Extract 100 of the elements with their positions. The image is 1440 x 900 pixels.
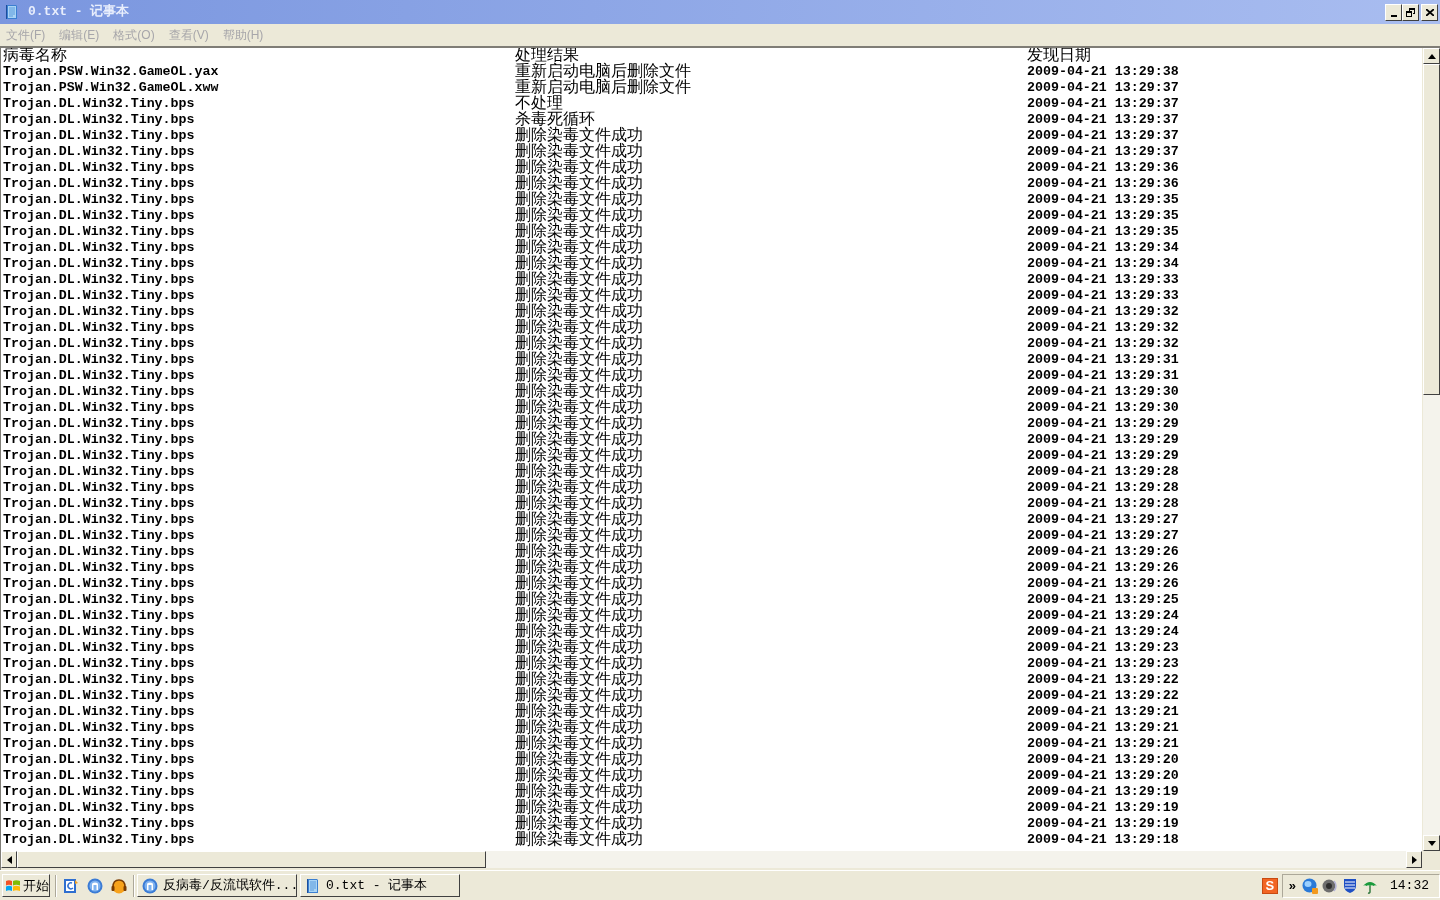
scrollbar-thumb[interactable] (17, 851, 486, 868)
taskbar-button[interactable]: 0.txt - 记事本 (300, 874, 460, 897)
detection-date: 2009-04-21 13:29:25 (1027, 592, 1179, 608)
refresh-page-icon[interactable] (63, 877, 79, 894)
virus-name: Trojan.DL.Win32.Tiny.bps (3, 368, 195, 384)
detection-date: 2009-04-21 13:29:27 (1027, 512, 1179, 528)
virus-name: Trojan.DL.Win32.Tiny.bps (3, 96, 195, 112)
clock: 14:32 (1390, 876, 1429, 895)
detection-date: 2009-04-21 13:29:23 (1027, 640, 1179, 656)
virus-name: Trojan.DL.Win32.Tiny.bps (3, 496, 195, 512)
virus-name: Trojan.DL.Win32.Tiny.bps (3, 608, 195, 624)
virus-name: Trojan.DL.Win32.Tiny.bps (3, 752, 195, 768)
detection-date: 2009-04-21 13:29:31 (1027, 352, 1179, 368)
detection-date: 2009-04-21 13:29:22 (1027, 672, 1179, 688)
virus-name: Trojan.DL.Win32.Tiny.bps (3, 672, 195, 688)
headphones-icon[interactable] (111, 877, 127, 894)
globe-icon[interactable] (1302, 877, 1318, 894)
detection-date: 2009-04-21 13:29:19 (1027, 800, 1179, 816)
virus-name: Trojan.DL.Win32.Tiny.bps (3, 784, 195, 800)
window-title: 0.txt - 记事本 (28, 3, 130, 22)
detection-date: 2009-04-21 13:29:30 (1027, 384, 1179, 400)
virus-name: Trojan.DL.Win32.Tiny.bps (3, 560, 195, 576)
scroll-left-button[interactable] (1, 851, 17, 868)
detection-date: 2009-04-21 13:29:20 (1027, 768, 1179, 784)
virus-name: Trojan.DL.Win32.Tiny.bps (3, 800, 195, 816)
arch-logo-icon[interactable] (87, 877, 103, 894)
arch-logo-icon (142, 877, 158, 894)
virus-name: Trojan.DL.Win32.Tiny.bps (3, 352, 195, 368)
shield-icon[interactable] (1342, 877, 1358, 894)
virus-name: Trojan.DL.Win32.Tiny.bps (3, 624, 195, 640)
virus-name: Trojan.DL.Win32.Tiny.bps (3, 832, 195, 848)
input-method-button[interactable]: S (1261, 877, 1278, 894)
virus-name: Trojan.DL.Win32.Tiny.bps (3, 240, 195, 256)
virus-name: Trojan.PSW.Win32.GameOL.xww (3, 80, 219, 96)
detection-date: 2009-04-21 13:29:32 (1027, 304, 1179, 320)
notepad-icon (305, 877, 321, 894)
tray-expand-button[interactable]: » (1288, 877, 1296, 894)
start-button[interactable]: 开始 (2, 874, 50, 897)
virus-name: Trojan.DL.Win32.Tiny.bps (3, 320, 195, 336)
virus-name: Trojan.DL.Win32.Tiny.bps (3, 480, 195, 496)
virus-name: Trojan.DL.Win32.Tiny.bps (3, 112, 195, 128)
scrollbar-thumb[interactable] (1423, 64, 1440, 395)
detection-date: 2009-04-21 13:29:37 (1027, 112, 1179, 128)
restore-icon (1406, 7, 1415, 17)
speaker-icon[interactable] (1322, 877, 1338, 894)
text-area[interactable] (1, 48, 1422, 851)
menu-item[interactable]: 编辑(E) (53, 26, 106, 44)
menu-item[interactable]: 帮助(H) (216, 26, 270, 44)
action-result: 删除染毒文件成功 (515, 832, 643, 848)
virus-name: Trojan.DL.Win32.Tiny.bps (3, 688, 195, 704)
detection-date: 2009-04-21 13:29:38 (1027, 64, 1179, 80)
detection-date: 2009-04-21 13:29:21 (1027, 720, 1179, 736)
windows-flag-icon (5, 877, 21, 894)
virus-name: Trojan.DL.Win32.Tiny.bps (3, 256, 195, 272)
virus-name: Trojan.DL.Win32.Tiny.bps (3, 432, 195, 448)
virus-name: Trojan.DL.Win32.Tiny.bps (3, 592, 195, 608)
virus-name: Trojan.DL.Win32.Tiny.bps (3, 640, 195, 656)
virus-name: Trojan.DL.Win32.Tiny.bps (3, 512, 195, 528)
scroll-up-button[interactable] (1423, 48, 1440, 64)
virus-name: Trojan.DL.Win32.Tiny.bps (3, 192, 195, 208)
notepad-icon (4, 4, 20, 20)
detection-date: 2009-04-21 13:29:24 (1027, 624, 1179, 640)
restore-button[interactable] (1402, 3, 1419, 21)
virus-name: Trojan.DL.Win32.Tiny.bps (3, 720, 195, 736)
virus-name: Trojan.DL.Win32.Tiny.bps (3, 208, 195, 224)
detection-date: 2009-04-21 13:29:37 (1027, 96, 1179, 112)
detection-date: 2009-04-21 13:29:23 (1027, 656, 1179, 672)
detection-date: 2009-04-21 13:29:37 (1027, 80, 1179, 96)
virus-name: Trojan.DL.Win32.Tiny.bps (3, 144, 195, 160)
detection-date: 2009-04-21 13:29:34 (1027, 240, 1179, 256)
detection-date: 2009-04-21 13:29:22 (1027, 688, 1179, 704)
menu-item[interactable]: 格式(O) (107, 26, 161, 44)
detection-date: 2009-04-21 13:29:31 (1027, 368, 1179, 384)
detection-date: 2009-04-21 13:29:37 (1027, 144, 1179, 160)
virus-name: Trojan.DL.Win32.Tiny.bps (3, 464, 195, 480)
taskbar-button[interactable]: 反病毒/反流氓软件... (137, 874, 297, 897)
detection-date: 2009-04-21 13:29:29 (1027, 448, 1179, 464)
close-icon (1425, 8, 1434, 16)
detection-date: 2009-04-21 13:29:33 (1027, 272, 1179, 288)
detection-date: 2009-04-21 13:29:28 (1027, 480, 1179, 496)
detection-date: 2009-04-21 13:29:37 (1027, 128, 1179, 144)
action-result: 重新启动电脑后删除文件 (515, 80, 691, 96)
virus-name: Trojan.DL.Win32.Tiny.bps (3, 400, 195, 416)
virus-name: Trojan.DL.Win32.Tiny.bps (3, 576, 195, 592)
menu-item[interactable]: 文件(F) (0, 26, 52, 44)
horizontal-scrollbar[interactable] (1, 851, 1422, 868)
minimize-icon (1390, 14, 1397, 17)
scroll-right-button[interactable] (1406, 851, 1422, 868)
detection-date: 2009-04-21 13:29:29 (1027, 416, 1179, 432)
menu-item[interactable]: 查看(V) (162, 26, 215, 44)
virus-name: Trojan.PSW.Win32.GameOL.yax (3, 64, 219, 80)
virus-name: Trojan.DL.Win32.Tiny.bps (3, 528, 195, 544)
detection-date: 2009-04-21 13:29:26 (1027, 560, 1179, 576)
virus-name: Trojan.DL.Win32.Tiny.bps (3, 816, 195, 832)
scroll-down-button[interactable] (1423, 835, 1440, 851)
vertical-scrollbar[interactable] (1423, 48, 1440, 851)
minimize-button[interactable] (1385, 3, 1402, 21)
detection-date: 2009-04-21 13:29:21 (1027, 736, 1179, 752)
virus-name: Trojan.DL.Win32.Tiny.bps (3, 736, 195, 752)
close-button[interactable] (1421, 3, 1438, 21)
